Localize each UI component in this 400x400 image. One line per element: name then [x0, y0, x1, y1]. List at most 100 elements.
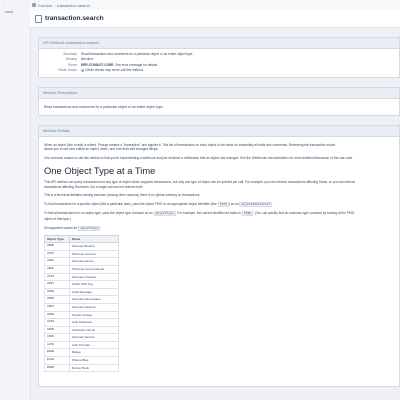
object-type-code: BDGE [44, 348, 70, 358]
object-type-name: Almanac Namespace [69, 295, 119, 304]
table-row: APAS Auth Password [44, 318, 119, 327]
method-box: API Method: transaction.search Summary R… [38, 37, 400, 78]
object-type-name: Application Email [69, 325, 119, 335]
object-type-code: ADEV [44, 257, 70, 266]
object-type-code: APAS [44, 318, 70, 327]
object-type-code: ACNT [44, 249, 70, 259]
object-type-code: AUTH [44, 340, 70, 350]
details-paragraph: All supported values for objectType: [44, 225, 394, 232]
details-text: To find all transactions for an object t… [44, 211, 153, 216]
table-row: BLOG Phame Blog [44, 356, 119, 365]
page-header: transaction.search [30, 10, 400, 28]
object-type-table: Object Type Name ABND Almanac Binding ACNT… [44, 235, 119, 373]
column-header: Name [69, 235, 119, 244]
object-type-code: AMSP [44, 295, 70, 304]
oauth-scope-text: OAuth clients may never call this method… [85, 68, 144, 73]
property-value: OAuth clients may never call this method… [81, 68, 144, 73]
object-type-code: BOOK [44, 363, 70, 373]
table-row: AUTH Auth Provider [44, 340, 119, 350]
table-row: AMSP Almanac Namespace [44, 295, 119, 304]
object-type-name: Auth Provider [69, 340, 119, 350]
table-row: ASRV Almanac Service [44, 333, 119, 342]
object-type-name: Diviner Book [69, 363, 119, 373]
table-row: APPE Application Email [44, 325, 119, 335]
breadcrumb-item-conduit[interactable]: Conduit [38, 3, 52, 8]
inline-code: TASK [241, 211, 253, 217]
property-row: OAuth Scope OAuth clients may never call… [39, 68, 399, 73]
details-paragraph: To find all transactions for an object t… [44, 211, 394, 221]
table-row: AEML Phortune Account Email [44, 264, 119, 274]
table-row: ADEV Almanac Device [44, 257, 119, 266]
details-text: allows you to see who edited an object, … [44, 147, 159, 152]
object-type-name: Audit Message [69, 287, 119, 297]
property-value: Read transactions and comments for a par… [81, 52, 194, 56]
error-code: ERR-CONDUIT-CORE [81, 62, 114, 67]
sidebar-item[interactable]: ... [0, 0, 30, 8]
object-type-name: Almanac Device [69, 257, 119, 266]
breadcrumb-item-current[interactable]: transaction.search [57, 3, 90, 8]
inline-code: objectIdentifier [239, 201, 273, 207]
table-row: ANSW Ponder Answer [44, 310, 119, 320]
details-paragraph: This is a technical limitation arising b… [44, 193, 201, 198]
sidebar-item[interactable]: ...earch [0, 8, 30, 16]
object-type-code: AINT [44, 272, 70, 282]
error-description: See error message for details. [115, 62, 158, 67]
page-icon [35, 14, 42, 23]
object-type-code: AMSG [44, 287, 70, 297]
object-type-name: Almanac Service [69, 333, 119, 342]
object-type-name: Badge [69, 348, 119, 358]
conduit-icon [32, 3, 36, 7]
details-text: When an object (like a task) is edited, … [44, 142, 336, 147]
description-box: Method Description Read transactions and… [38, 86, 400, 116]
description-box-heading: Method Description [39, 87, 399, 99]
details-text: This API method can query transactions f… [44, 180, 356, 184]
details-box: Method Details When an object (like a ta… [38, 124, 400, 387]
column-header: Object Type [44, 235, 70, 244]
object-type-name: Ponder Answer [69, 310, 119, 320]
section-heading: One Object Type at a Time [44, 165, 156, 177]
details-text: object of that type.) [44, 216, 72, 221]
main-content: API Method: transaction.search Summary R… [38, 37, 400, 396]
oauth-status-icon [81, 68, 84, 72]
object-type-code: APPE [44, 325, 70, 335]
sidebar: ... ...earch [0, 0, 31, 400]
details-paragraph: To find transactions for a specific obje… [44, 201, 394, 208]
object-type-name: Auth Password [69, 318, 119, 327]
page-title: transaction.search [45, 15, 104, 22]
details-body: When an object (like a task) is edited, … [39, 137, 399, 373]
object-type-name: Almanac Interface [69, 272, 119, 282]
details-text: . [272, 201, 274, 206]
object-type-name: Almanac Binding [69, 242, 119, 251]
object-type-name: Phortune Account [69, 249, 119, 259]
table-row: ANET Almanac Network [44, 302, 119, 312]
method-box-heading: API Method: transaction.search [39, 38, 399, 49]
table-row: BOOK Diviner Book [44, 363, 119, 373]
inline-code: objectType [153, 211, 176, 217]
table-row: ABND Almanac Binding [44, 242, 119, 251]
table-body: ABND Almanac Binding ACNT Phortune Account A… [44, 242, 119, 373]
inline-code: T123 [217, 201, 229, 207]
object-type-name: Phame Blog [69, 356, 119, 365]
details-text: To find transactions for a specific obje… [44, 201, 217, 206]
object-type-code: ANET [44, 302, 70, 312]
details-paragraph: When an object (like a task) is edited, … [44, 143, 394, 152]
object-type-code: BLOG [44, 356, 70, 365]
breadcrumb-separator-icon: › [53, 2, 56, 8]
table-row: AKEY Public SSH Key [44, 280, 119, 289]
details-text: . (You can quickly find an unknown type … [253, 211, 355, 216]
details-paragraph: One common reason to call this method is… [44, 155, 354, 160]
details-text: : [100, 225, 102, 230]
table-row: AINT Almanac Interface [44, 272, 119, 282]
object-type-code: ANSW [44, 310, 70, 320]
table-row: ACNT Phortune Account [44, 249, 119, 259]
inline-code: objectType [78, 225, 101, 231]
details-text: . For example, the correct identifier fo… [175, 211, 241, 216]
details-text: ) as an [228, 201, 239, 206]
table-row: BDGE Badge [44, 348, 119, 358]
description-text: Read transactions and comments for a par… [44, 104, 164, 109]
table-row: AMSG Audit Message [44, 287, 119, 297]
details-box-heading: Method Details [39, 125, 399, 137]
details-text: All supported values for [44, 225, 78, 230]
details-text: transactions affecting Revisions, but a … [44, 184, 144, 189]
object-type-code: ABND [44, 242, 70, 251]
